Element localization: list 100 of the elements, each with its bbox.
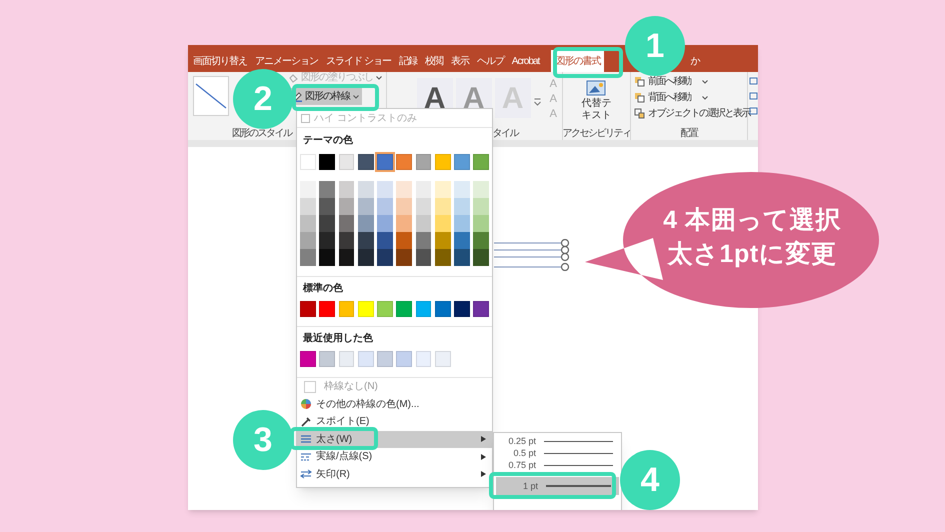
color-swatch[interactable] [396,249,412,266]
menu-item[interactable]: その他の枠線の色(M)... [297,396,492,413]
color-swatch[interactable] [416,249,432,266]
color-swatch[interactable] [358,215,374,232]
color-swatch[interactable] [338,215,354,232]
color-swatch[interactable] [416,232,432,249]
color-swatch[interactable] [434,351,450,367]
color-swatch[interactable] [300,154,316,170]
color-swatch[interactable] [338,301,354,317]
color-swatch[interactable] [473,249,489,266]
color-swatch[interactable] [319,215,335,232]
color-swatch[interactable] [434,301,450,317]
color-swatch[interactable] [416,301,432,317]
color-swatch[interactable] [358,301,374,317]
color-swatch[interactable] [358,232,374,249]
color-swatch[interactable] [396,351,412,367]
menu-item[interactable]: 矢印(R) [297,466,492,483]
weight-option[interactable]: 0.5 pt [494,447,621,459]
ribbon-tab[interactable]: 校閲 [424,50,443,72]
color-swatch[interactable] [454,198,470,215]
color-swatch[interactable] [377,249,393,266]
color-swatch[interactable] [300,351,316,367]
color-swatch[interactable] [300,181,316,198]
color-swatch[interactable] [377,301,393,317]
color-swatch[interactable] [473,215,489,232]
color-swatch[interactable] [416,351,432,367]
color-swatch[interactable] [358,154,374,170]
color-swatch[interactable] [434,154,450,170]
color-swatch[interactable] [434,232,450,249]
color-swatch[interactable] [338,351,354,367]
color-swatch[interactable] [396,198,412,215]
color-swatch[interactable] [473,154,489,170]
color-swatch[interactable] [454,301,470,317]
ribbon-tab[interactable]: 記録 [398,50,417,72]
menu-item[interactable]: 太さ(W) [297,430,492,448]
ribbon-tab[interactable]: Acrobat [512,50,540,72]
color-swatch[interactable] [473,181,489,198]
arrange-button[interactable]: オブジェクトの選択と表示 [634,107,750,120]
color-swatch[interactable] [434,215,450,232]
color-swatch[interactable] [416,215,432,232]
color-swatch[interactable] [358,351,374,367]
menu-item[interactable]: スポイト(E) [297,413,492,430]
color-swatch[interactable] [473,198,489,215]
ribbon-tab[interactable]: スライド ショー [326,50,391,72]
ribbon-tab[interactable]: アニメーション [255,50,318,72]
ribbon-tab[interactable]: 表示 [450,50,469,72]
color-swatch[interactable] [416,181,432,198]
color-swatch[interactable] [377,154,393,170]
color-swatch[interactable] [396,154,412,170]
arrange-button[interactable]: 背面へ移動 [634,91,708,104]
color-swatch[interactable] [454,232,470,249]
color-swatch[interactable] [319,351,335,367]
weight-option[interactable]: 0.25 pt [494,435,621,447]
color-swatch[interactable] [473,232,489,249]
color-swatch[interactable] [319,249,335,266]
color-swatch[interactable] [338,181,354,198]
color-swatch[interactable] [434,249,450,266]
color-swatch[interactable] [396,232,412,249]
shape-style-thumbnail[interactable] [193,76,229,116]
color-swatch[interactable] [416,154,432,170]
alt-text-button[interactable]: 代替テキスト [581,98,612,122]
color-swatch[interactable] [319,198,335,215]
weight-option[interactable]: 0.75 pt [494,459,621,471]
color-swatch[interactable] [377,232,393,249]
color-swatch[interactable] [454,154,470,170]
color-swatch[interactable] [338,232,354,249]
color-swatch[interactable] [377,215,393,232]
color-swatch[interactable] [358,198,374,215]
color-swatch[interactable] [377,181,393,198]
color-swatch[interactable] [454,181,470,198]
color-swatch[interactable] [319,232,335,249]
color-swatch[interactable] [319,154,335,170]
color-swatch[interactable] [396,215,412,232]
tell-me-text[interactable]: か [690,50,700,72]
color-swatch[interactable] [454,215,470,232]
arrange-button[interactable]: 前面へ移動 [634,75,708,88]
color-swatch[interactable] [338,198,354,215]
color-swatch[interactable] [454,249,470,266]
color-swatch[interactable] [338,154,354,170]
color-swatch[interactable] [358,249,374,266]
menu-item[interactable]: 実線/点線(S) [297,448,492,466]
color-swatch[interactable] [377,198,393,215]
color-swatch[interactable] [300,198,316,215]
ribbon-tab[interactable]: ヘルプ [476,50,504,72]
color-swatch[interactable] [396,181,412,198]
color-swatch[interactable] [300,215,316,232]
color-swatch[interactable] [416,198,432,215]
color-swatch[interactable] [338,249,354,266]
color-swatch[interactable] [473,301,489,317]
color-swatch[interactable] [377,351,393,367]
color-swatch[interactable] [434,181,450,198]
color-swatch[interactable] [434,198,450,215]
color-swatch[interactable] [358,181,374,198]
ribbon-tab[interactable]: 画面切り替え [193,50,247,72]
menu-item[interactable]: 枠線なし(N) [297,378,492,396]
color-swatch[interactable] [319,181,335,198]
weight-option[interactable]: 1 pt [496,477,619,495]
color-swatch[interactable] [300,249,316,266]
color-swatch[interactable] [396,301,412,317]
color-swatch[interactable] [319,301,335,317]
